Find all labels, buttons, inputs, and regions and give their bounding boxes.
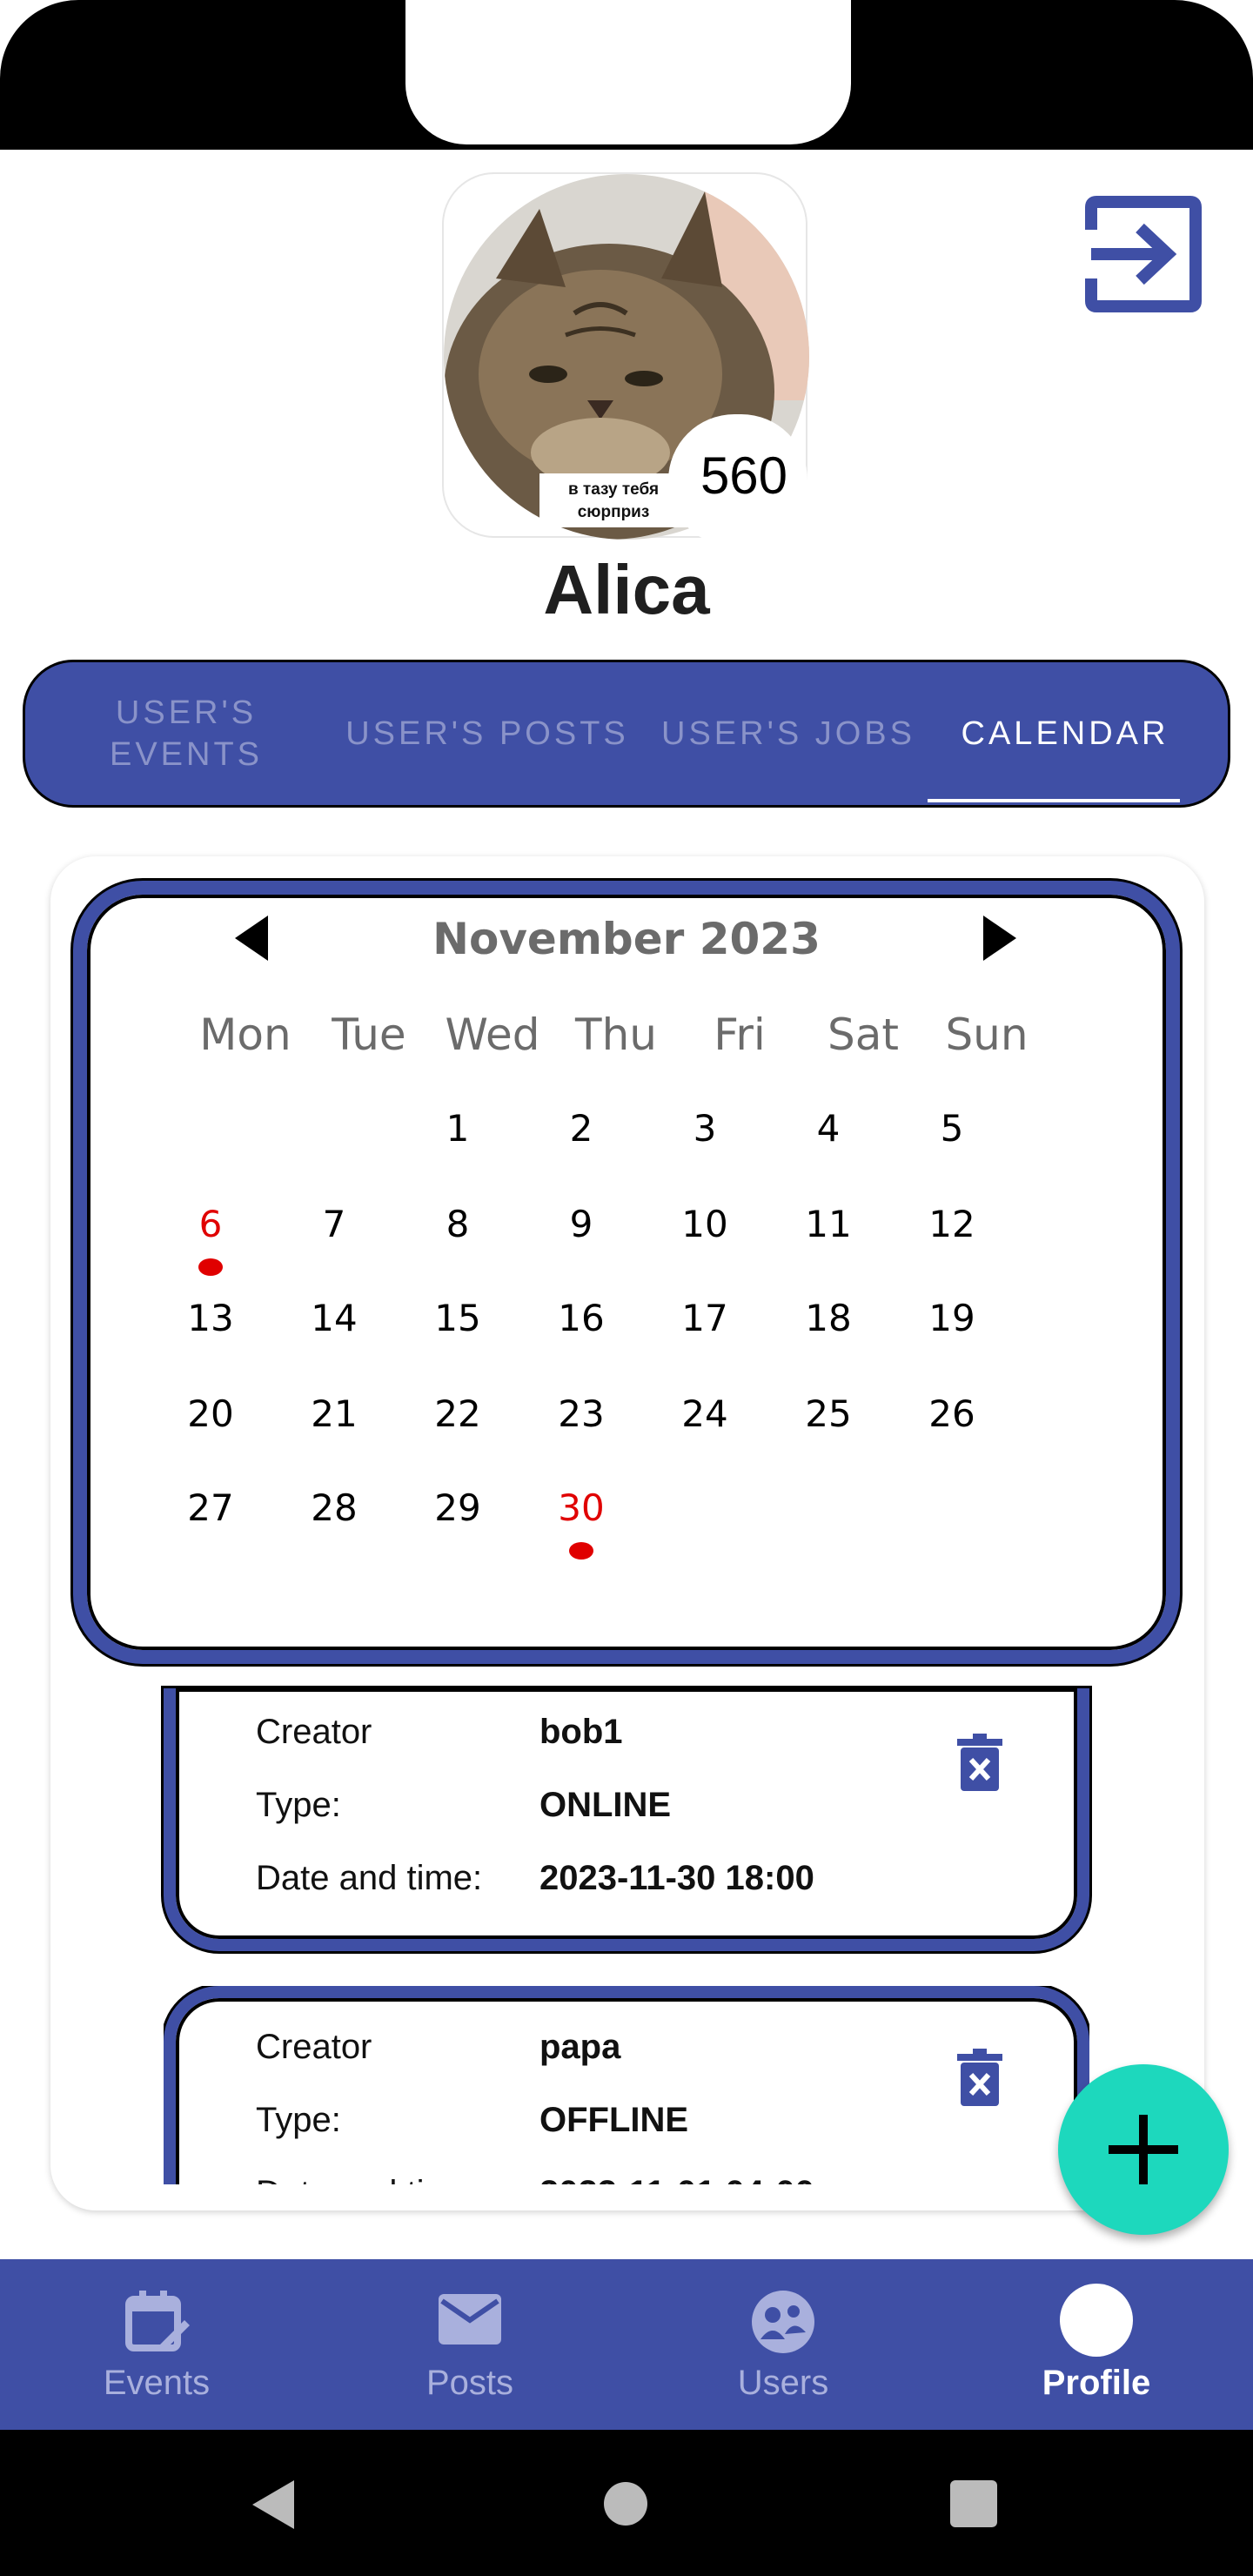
score-value: 560 [700, 446, 788, 505]
tab-users-jobs[interactable]: USER'S JOBS [645, 662, 932, 805]
users-icon [752, 2291, 814, 2353]
creator-value: bob1 [539, 1713, 623, 1751]
calendar-day[interactable]: 12 [900, 1203, 1004, 1245]
delete-event-button[interactable] [957, 2049, 1002, 2106]
delete-event-button[interactable] [957, 1734, 1002, 1791]
calendar-day[interactable]: 27 [158, 1486, 263, 1529]
avatar-caption-line2: сюрприз [577, 503, 650, 521]
calendar-day[interactable]: 11 [776, 1203, 881, 1245]
type-value: OFFLINE [539, 2101, 689, 2139]
type-value: ONLINE [539, 1786, 672, 1824]
system-recents-button[interactable] [950, 2480, 997, 2527]
display-notch [405, 0, 851, 144]
plus-icon [1109, 2115, 1178, 2184]
weekday-label: Mon [199, 1010, 291, 1060]
logout-button[interactable] [1084, 195, 1203, 313]
calendar-day[interactable]: 25 [776, 1392, 881, 1435]
system-home-button[interactable] [604, 2482, 647, 2526]
calendar-day[interactable]: 8 [405, 1203, 510, 1245]
avatar-caption: в тазу тебя сюрприз [539, 473, 687, 527]
add-button[interactable] [1058, 2064, 1229, 2235]
weekday-label: Wed [445, 1010, 540, 1060]
calendar-day[interactable]: 15 [405, 1297, 510, 1339]
nav-item-profile[interactable]: Profile [940, 2259, 1253, 2430]
calendar-day[interactable]: 29 [405, 1486, 510, 1529]
nav-item-users[interactable]: Users [626, 2259, 940, 2430]
datetime-label: Date and time: [256, 2174, 482, 2184]
calendar-day[interactable]: 7 [282, 1203, 386, 1245]
weekday-label: Sat [828, 1010, 899, 1060]
event-marker-dot [198, 1258, 223, 1276]
nav-label: Posts [425, 2364, 514, 2402]
calendar-day[interactable]: 26 [900, 1392, 1004, 1435]
calendar-day[interactable]: 18 [776, 1297, 881, 1339]
trash-icon [957, 2049, 1002, 2106]
calendar-day[interactable]: 3 [653, 1107, 757, 1150]
event-card[interactable]: Creator papa Type: OFFLINE Date and time… [164, 1986, 1089, 2184]
calendar-day[interactable]: 14 [282, 1297, 386, 1339]
tab-users-events[interactable]: USER'S EVENTS [43, 662, 330, 805]
calendar-day-with-event[interactable]: 6 [158, 1203, 263, 1245]
datetime-value: 2023-11-01 04:00 [539, 2174, 814, 2184]
weekday-label: Tue [332, 1010, 406, 1060]
weekday-label: Sun [945, 1010, 1029, 1060]
avatar-caption-line1: в тазу тебя [567, 480, 660, 499]
tab-calendar[interactable]: CALENDAR [930, 662, 1200, 805]
event-card[interactable]: Creator bob1 Type: ONLINE Date and time:… [164, 1688, 1089, 1951]
mail-icon [439, 2294, 501, 2345]
profile-icon [1060, 2284, 1133, 2357]
calendar-day[interactable]: 24 [653, 1392, 757, 1435]
calendar-edit-icon [125, 2291, 190, 2351]
calendar-day-with-event[interactable]: 30 [529, 1486, 633, 1529]
calendar-day[interactable]: 23 [529, 1392, 633, 1435]
previous-month-button[interactable] [235, 916, 268, 961]
calendar-day[interactable]: 22 [405, 1392, 510, 1435]
nav-item-posts[interactable]: Posts [313, 2259, 626, 2430]
type-label: Type: [256, 2101, 341, 2139]
calendar-day[interactable]: 19 [900, 1297, 1004, 1339]
nav-label: Profile [1042, 2364, 1151, 2402]
calendar-day[interactable]: 17 [653, 1297, 757, 1339]
nav-item-events[interactable]: Events [0, 2259, 313, 2430]
nav-label: Events [103, 2364, 211, 2402]
calendar [73, 881, 1180, 1664]
active-tab-indicator [928, 799, 1180, 802]
calendar-day[interactable]: 2 [529, 1107, 633, 1150]
calendar-day[interactable]: 28 [282, 1486, 386, 1529]
profile-tabs: USER'S EVENTS USER'S POSTS USER'S JOBS C… [23, 660, 1230, 808]
nav-label: Users [737, 2364, 829, 2402]
calendar-day[interactable]: 1 [405, 1107, 510, 1150]
weekday-label: Fri [714, 1010, 766, 1060]
next-month-button[interactable] [983, 916, 1016, 961]
calendar-day[interactable]: 5 [900, 1107, 1004, 1150]
datetime-value: 2023-11-30 18:00 [539, 1859, 814, 1897]
trash-icon [957, 1734, 1002, 1791]
weekday-label: Thu [575, 1010, 657, 1060]
calendar-day[interactable]: 13 [158, 1297, 263, 1339]
logout-icon [1085, 196, 1202, 312]
calendar-day[interactable]: 9 [529, 1203, 633, 1245]
type-label: Type: [256, 1786, 341, 1824]
calendar-day[interactable]: 4 [776, 1107, 881, 1150]
calendar-day[interactable]: 21 [282, 1392, 386, 1435]
user-name: Alica [543, 551, 710, 628]
creator-value: papa [539, 2028, 621, 2066]
creator-label: Creator [256, 1713, 372, 1751]
calendar-day[interactable]: 20 [158, 1392, 263, 1435]
system-back-button[interactable] [252, 2480, 294, 2529]
event-marker-dot [569, 1542, 593, 1560]
calendar-month-title: November 2023 [432, 914, 821, 964]
calendar-day[interactable]: 16 [529, 1297, 633, 1339]
tab-users-posts[interactable]: USER'S POSTS [344, 662, 631, 805]
calendar-day[interactable]: 10 [653, 1203, 757, 1245]
event-card-clip: Creator papa Type: OFFLINE Date and time… [164, 1986, 1089, 2184]
datetime-label: Date and time: [256, 1859, 483, 1897]
creator-label: Creator [256, 2028, 372, 2066]
